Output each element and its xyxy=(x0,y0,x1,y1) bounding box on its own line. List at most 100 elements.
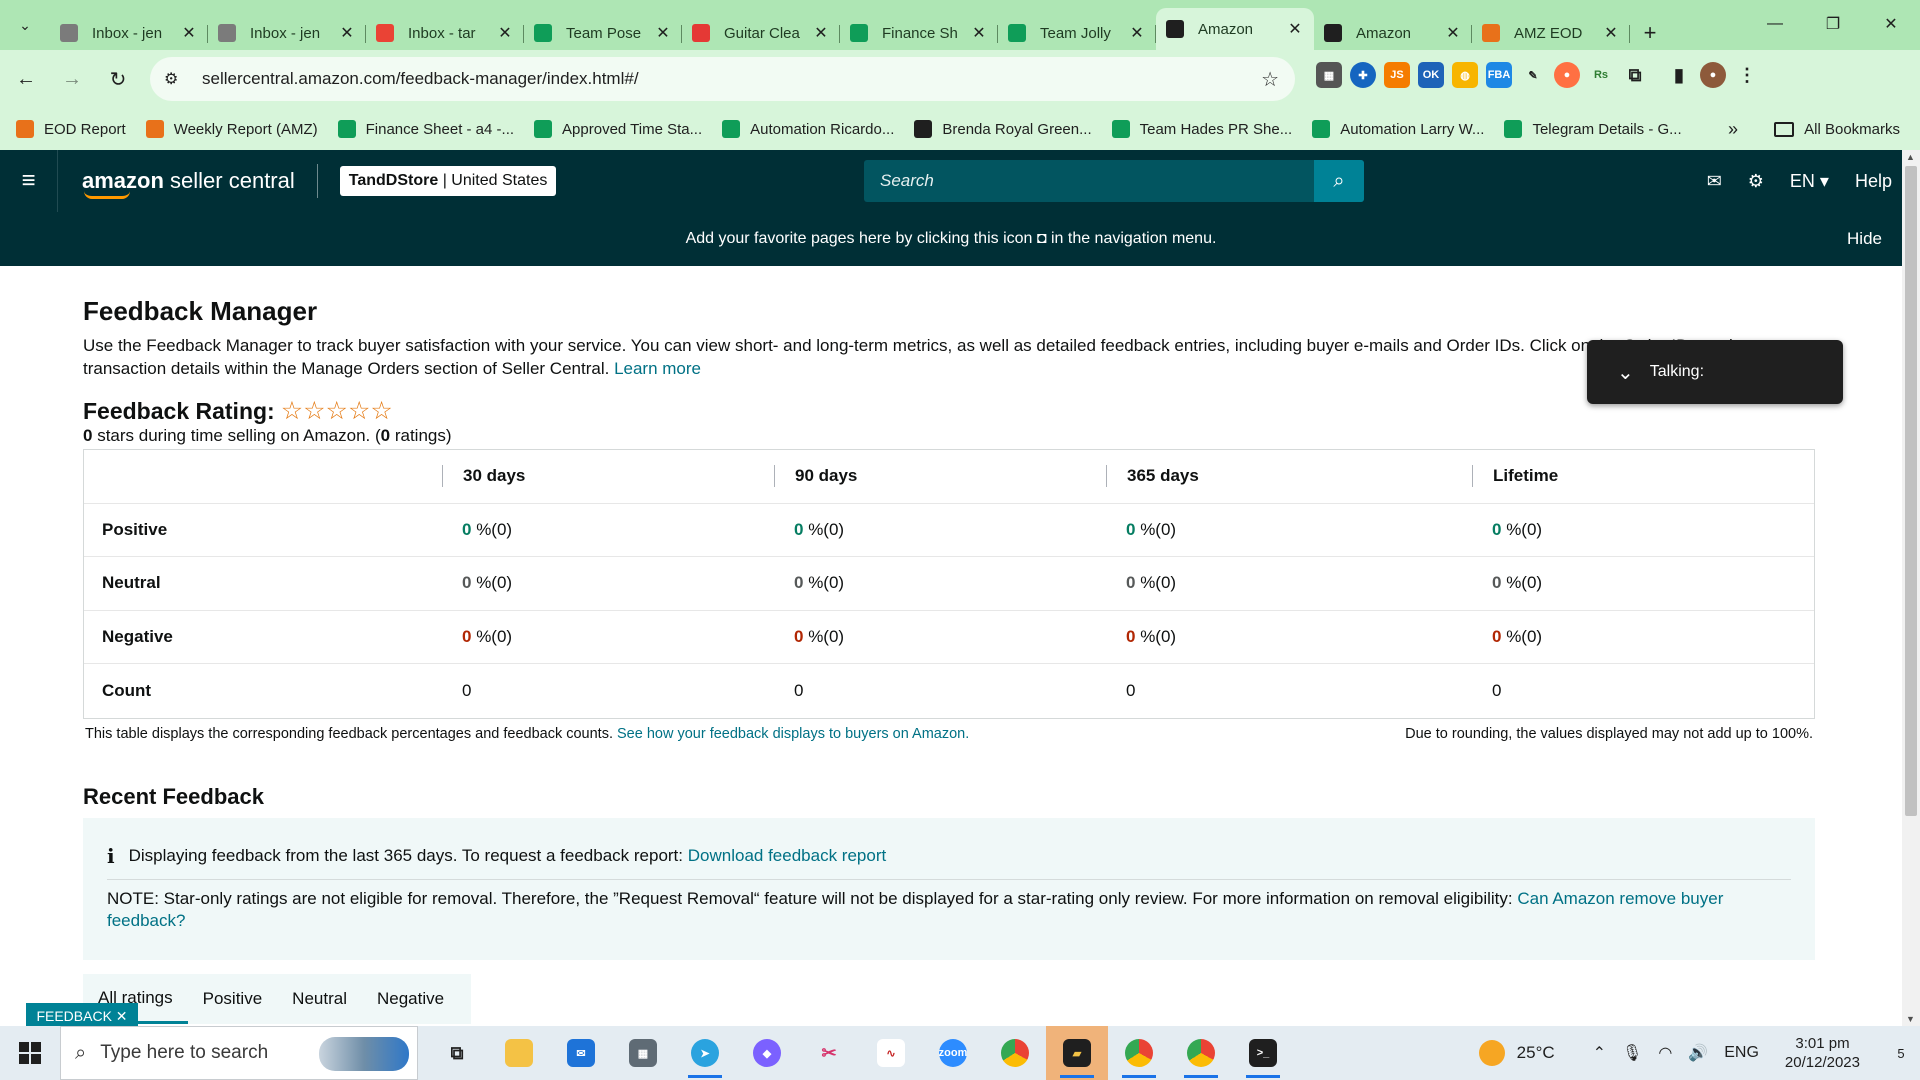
tab-neutral[interactable]: Neutral xyxy=(277,974,362,1024)
scroll-up-icon[interactable]: ▲ xyxy=(1906,152,1915,162)
more-menu-icon[interactable]: ⋮ xyxy=(1734,62,1760,88)
chrome-profile-icon[interactable] xyxy=(1108,1026,1170,1080)
telegram-icon[interactable]: ➤ xyxy=(674,1026,736,1080)
talking-toast[interactable]: ⌄ Talking: xyxy=(1587,340,1843,404)
rs-extension-icon[interactable]: Rs xyxy=(1588,62,1614,88)
search-box[interactable]: Search ⌕ xyxy=(864,160,1364,202)
seller-central-logo[interactable]: amazon seller central xyxy=(82,168,295,199)
language-indicator[interactable]: ENG xyxy=(1724,1044,1759,1062)
bookmark-item[interactable]: Automation Larry W... xyxy=(1312,120,1484,138)
chevron-down-icon[interactable]: ⌄ xyxy=(1617,360,1634,385)
gear-icon[interactable]: ⚙ xyxy=(1748,171,1764,192)
bookmark-item[interactable]: Team Hades PR She... xyxy=(1111,120,1292,138)
task-view-icon[interactable]: ⧉ xyxy=(426,1026,488,1080)
bookmark-item[interactable]: Finance Sheet - a4 -... xyxy=(337,120,514,138)
search-button[interactable]: ⌕ xyxy=(1314,160,1364,202)
extension-icon[interactable]: ● xyxy=(1554,62,1580,88)
bookmark-star-icon[interactable]: ☆ xyxy=(1261,67,1279,92)
chrome-icon[interactable] xyxy=(984,1026,1046,1080)
hamburger-menu-icon[interactable]: ≡ xyxy=(0,150,58,212)
browser-tab[interactable]: Inbox - jen ✕ xyxy=(50,16,208,50)
weather-widget[interactable]: 25°C xyxy=(1478,1040,1555,1066)
bookmark-item[interactable]: EOD Report xyxy=(16,120,126,138)
tab-search-icon[interactable]: ⌄ xyxy=(10,12,40,38)
bookmark-item[interactable]: Telegram Details - G... xyxy=(1504,120,1682,138)
sticky-notes-icon[interactable]: ▰ xyxy=(1046,1026,1108,1080)
reload-icon[interactable]: ↻ xyxy=(98,59,138,99)
wifi-icon[interactable]: ◠ xyxy=(1658,1043,1672,1063)
browser-tab[interactable]: Inbox - jen ✕ xyxy=(208,16,366,50)
pen-extension-icon[interactable]: ✎ xyxy=(1520,62,1546,88)
js-extension-icon[interactable]: JS xyxy=(1384,62,1410,88)
url-text[interactable]: sellercentral.amazon.com/feedback-manage… xyxy=(202,69,639,89)
hide-banner-button[interactable]: Hide xyxy=(1847,229,1882,249)
puzzle-icon[interactable]: ⧉ xyxy=(1622,62,1648,88)
tab-positive[interactable]: Positive xyxy=(188,974,278,1024)
minimize-icon[interactable]: — xyxy=(1746,0,1804,48)
bookmarks-more-icon[interactable]: » xyxy=(1728,119,1738,140)
snipping-tool-icon[interactable]: ✂ xyxy=(798,1026,860,1080)
browser-tab[interactable]: Guitar Clea ✕ xyxy=(682,16,840,50)
terminal-icon[interactable]: >_ xyxy=(1232,1026,1294,1080)
qr-extension-icon[interactable]: ▦ xyxy=(1316,62,1342,88)
chevron-up-icon[interactable]: ⌃ xyxy=(1593,1043,1606,1063)
browser-tab[interactable]: Finance Sh ✕ xyxy=(840,16,998,50)
browser-tab[interactable]: Amazon ✕ xyxy=(1156,8,1314,50)
taskbar-search[interactable]: ⌕ Type here to search xyxy=(60,1026,418,1080)
scrollbar-thumb[interactable] xyxy=(1905,166,1917,816)
zoom-icon[interactable]: zoom xyxy=(922,1026,984,1080)
bookmark-item[interactable]: Weekly Report (AMZ) xyxy=(145,120,318,138)
mail-icon[interactable]: ✉ xyxy=(1707,171,1722,192)
close-tab-icon[interactable]: ✕ xyxy=(496,23,514,43)
avatar[interactable]: ● xyxy=(1700,62,1726,88)
ok-extension-icon[interactable]: OK xyxy=(1418,62,1444,88)
side-panel-icon[interactable]: ▮ xyxy=(1666,62,1692,88)
close-tab-icon[interactable]: ✕ xyxy=(1286,19,1304,39)
close-tab-icon[interactable]: ✕ xyxy=(812,23,830,43)
language-selector[interactable]: EN ▾ xyxy=(1790,171,1829,192)
browser-tab[interactable]: Team Jolly ✕ xyxy=(998,16,1156,50)
extension-icon[interactable]: ✚ xyxy=(1350,62,1376,88)
bookmark-item[interactable]: Automation Ricardo... xyxy=(722,120,894,138)
download-report-link[interactable]: Download feedback report xyxy=(688,846,886,866)
new-tab-icon[interactable]: + xyxy=(1630,16,1670,50)
notification-icon[interactable]: 5 xyxy=(1882,1026,1920,1080)
start-button[interactable] xyxy=(0,1026,60,1080)
back-icon[interactable]: ← xyxy=(6,59,46,99)
bookmark-item[interactable]: Approved Time Sta... xyxy=(534,120,702,138)
file-explorer-icon[interactable] xyxy=(488,1026,550,1080)
browser-tab[interactable]: Inbox - tar ✕ xyxy=(366,16,524,50)
close-tab-icon[interactable]: ✕ xyxy=(1444,23,1462,43)
restore-icon[interactable]: ❐ xyxy=(1804,0,1862,48)
microphone-icon[interactable]: 🎙 xyxy=(1622,1043,1642,1063)
copilot-icon[interactable]: ◆ xyxy=(736,1026,798,1080)
bookmark-item[interactable]: Brenda Royal Green... xyxy=(914,120,1092,138)
page-scrollbar[interactable]: ▲ ▼ xyxy=(1902,150,1920,1026)
close-tab-icon[interactable]: ✕ xyxy=(970,23,988,43)
close-window-icon[interactable]: ✕ xyxy=(1862,0,1920,48)
store-selector[interactable]: TandDStore | United States xyxy=(339,166,557,196)
browser-tab[interactable]: Team Pose ✕ xyxy=(524,16,682,50)
mail-app-icon[interactable]: ✉ xyxy=(550,1026,612,1080)
feedback-display-link[interactable]: See how your feedback displays to buyers… xyxy=(617,726,969,742)
forward-icon[interactable]: → xyxy=(52,59,92,99)
close-tab-icon[interactable]: ✕ xyxy=(1602,23,1620,43)
calculator-icon[interactable]: ▦ xyxy=(612,1026,674,1080)
learn-more-link[interactable]: Learn more xyxy=(614,359,701,378)
clock[interactable]: 3:01 pm 20/12/2023 xyxy=(1785,1034,1860,1072)
extension-icon[interactable]: ◍ xyxy=(1452,62,1478,88)
close-tab-icon[interactable]: ✕ xyxy=(654,23,672,43)
close-tab-icon[interactable]: ✕ xyxy=(180,23,198,43)
close-tab-icon[interactable]: ✕ xyxy=(338,23,356,43)
app-icon[interactable]: ∿ xyxy=(860,1026,922,1080)
scroll-down-icon[interactable]: ▼ xyxy=(1906,1014,1915,1024)
close-tab-icon[interactable]: ✕ xyxy=(1128,23,1146,43)
chrome-profile-icon[interactable] xyxy=(1170,1026,1232,1080)
volume-icon[interactable]: 🔊 xyxy=(1688,1043,1708,1063)
taskbar-search-input[interactable]: Type here to search xyxy=(100,1042,268,1064)
tab-negative[interactable]: Negative xyxy=(362,974,459,1024)
search-input[interactable]: Search xyxy=(880,171,934,191)
browser-tab[interactable]: Amazon ✕ xyxy=(1314,16,1472,50)
site-info-icon[interactable]: ⚙ xyxy=(164,69,194,89)
help-link[interactable]: Help xyxy=(1855,171,1892,192)
